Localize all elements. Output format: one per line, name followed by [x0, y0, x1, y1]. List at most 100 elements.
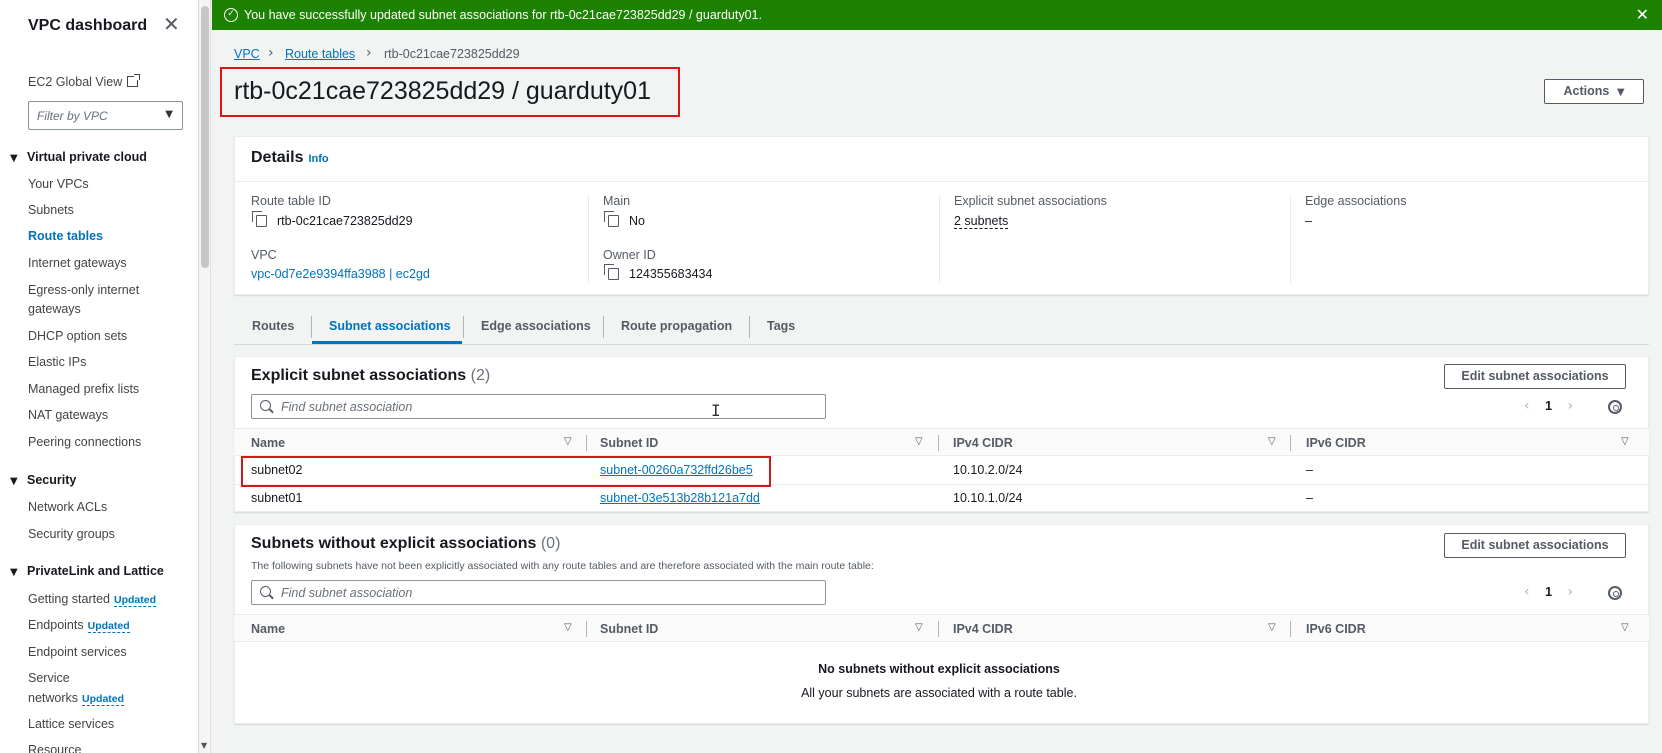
dismiss-icon[interactable]: ✕ [1636, 5, 1649, 24]
chevron-left-icon[interactable]: ‹ [1524, 398, 1530, 414]
row2-ipv6: – [1306, 491, 1313, 505]
col-divider [586, 435, 587, 451]
explicit-associations-label: Explicit subnet associations [954, 194, 1107, 208]
sidebar-item-nat-gateways[interactable]: NAT gateways [28, 408, 108, 422]
sidebar-item-egress-only-line2[interactable]: gateways [28, 302, 81, 316]
active-tab-indicator [312, 341, 462, 344]
sidebar-item-network-acls[interactable]: Network ACLs [28, 500, 107, 514]
sidebar: VPC dashboard ✕ EC2 Global View Filter b… [0, 0, 199, 753]
flash-message: You have successfully updated subnet ass… [244, 8, 762, 22]
tab-route-propagation[interactable]: Route propagation [621, 319, 732, 333]
col-subnet-id[interactable]: Subnet ID [600, 622, 658, 636]
sidebar-item-ec2-global-view[interactable]: EC2 Global View [28, 74, 141, 89]
empty-state-subtitle: All your subnets are associated with a r… [801, 686, 1077, 700]
scrollbar-thumb[interactable] [201, 6, 209, 268]
sort-icon[interactable]: ▽ [1268, 622, 1276, 633]
owner-id-value: 124355683434 [604, 264, 712, 281]
col-name[interactable]: Name [251, 436, 285, 450]
page-number[interactable]: 1 [1545, 585, 1552, 599]
vpc-label: VPC [251, 248, 277, 262]
sidebar-item-subnets[interactable]: Subnets [28, 203, 74, 217]
sort-icon[interactable]: ▽ [1621, 622, 1629, 633]
edit-subnet-associations-button[interactable]: Edit subnet associations [1444, 364, 1626, 389]
breadcrumb-vpc[interactable]: VPC [234, 47, 260, 61]
copy-icon[interactable] [604, 211, 619, 227]
col-subnet-id[interactable]: Subnet ID [600, 436, 658, 450]
route-table-id-label: Route table ID [251, 194, 331, 208]
sort-icon[interactable]: ▽ [915, 436, 923, 447]
sidebar-item-resource[interactable]: Resource [28, 743, 82, 753]
chevron-right-icon[interactable]: › [1568, 584, 1574, 600]
sidebar-item-lattice-services[interactable]: Lattice services [28, 717, 114, 731]
sidebar-item-egress-only-line1[interactable]: Egress-only internet [28, 283, 139, 297]
info-link[interactable]: Info [308, 153, 328, 165]
breadcrumb-route-tables[interactable]: Route tables [285, 47, 355, 61]
divider [939, 194, 940, 284]
col-ipv6-cidr[interactable]: IPv6 CIDR [1306, 436, 1366, 450]
sidebar-item-your-vpcs[interactable]: Your VPCs [28, 177, 89, 191]
table-header: Name ▽ Subnet ID ▽ IPv4 CIDR ▽ IPv6 CIDR… [234, 428, 1649, 456]
main-label: Main [603, 194, 631, 208]
sidebar-item-managed-prefix-lists[interactable]: Managed prefix lists [28, 382, 139, 396]
row-highlight [241, 456, 771, 487]
vpc-link[interactable]: vpc-0d7e2e9394ffa3988 | ec2gd [251, 267, 430, 281]
owner-id-label: Owner ID [603, 248, 656, 262]
row2-name: subnet01 [251, 491, 303, 505]
sort-icon[interactable]: ▽ [564, 436, 572, 447]
updated-badge: Updated [82, 693, 125, 706]
row1-ipv4: 10.10.2.0/24 [953, 463, 1023, 477]
copy-icon[interactable] [604, 264, 619, 280]
tab-routes[interactable]: Routes [252, 319, 294, 333]
page-number[interactable]: 1 [1545, 399, 1552, 413]
col-divider [938, 621, 939, 637]
sidebar-section-security[interactable]: ▼ Security [10, 473, 76, 487]
chevron-right-icon[interactable]: › [1568, 398, 1574, 414]
sidebar-item-route-tables[interactable]: Route tables [28, 229, 103, 243]
edge-associations-value: – [1305, 214, 1312, 228]
tab-subnet-associations[interactable]: Subnet associations [329, 319, 451, 333]
chevron-right-icon: › [366, 45, 372, 61]
pagination: ‹ 1 › [1524, 398, 1573, 414]
sidebar-item-peering-connections[interactable]: Peering connections [28, 435, 141, 449]
breadcrumb-current: rtb-0c21cae723825dd29 [384, 47, 520, 61]
sidebar-item-endpoint-services[interactable]: Endpoint services [28, 645, 127, 659]
scroll-down-icon[interactable]: ▼ [201, 741, 207, 750]
sidebar-item-service-networks-line1[interactable]: Service [28, 671, 70, 685]
sidebar-section-privatelink[interactable]: ▼ PrivateLink and Lattice [10, 564, 164, 578]
sidebar-item-security-groups[interactable]: Security groups [28, 527, 115, 541]
non-explicit-description: The following subnets have not been expl… [251, 560, 874, 572]
copy-icon[interactable] [252, 211, 267, 227]
tab-tags[interactable]: Tags [767, 319, 795, 333]
sort-icon[interactable]: ▽ [1621, 436, 1629, 447]
sort-icon[interactable]: ▽ [564, 622, 572, 633]
col-divider [586, 621, 587, 637]
edit-subnet-associations-button[interactable]: Edit subnet associations [1444, 533, 1626, 558]
explicit-associations-value[interactable]: 2 subnets [954, 214, 1009, 229]
sidebar-item-elastic-ips[interactable]: Elastic IPs [28, 355, 86, 369]
sidebar-item-internet-gateways[interactable]: Internet gateways [28, 256, 127, 270]
sidebar-item-endpoints[interactable]: Endpoints Updated [28, 618, 130, 633]
settings-gear-icon[interactable] [1608, 586, 1622, 600]
sidebar-item-dhcp-option-sets[interactable]: DHCP option sets [28, 329, 127, 343]
sidebar-scrollbar[interactable]: ▼ [199, 0, 211, 753]
actions-button[interactable]: Actions ▼ [1544, 79, 1644, 104]
sort-icon[interactable]: ▽ [1268, 436, 1276, 447]
sort-icon[interactable]: ▽ [915, 622, 923, 633]
tab-edge-associations[interactable]: Edge associations [481, 319, 591, 333]
sidebar-item-service-networks-line2[interactable]: networks Updated [28, 691, 125, 706]
sidebar-item-getting-started[interactable]: Getting started Updated [28, 592, 156, 607]
vpc-filter-select[interactable]: Filter by VPC ▼ [28, 101, 183, 130]
row2-ipv4: 10.10.1.0/24 [953, 491, 1023, 505]
chevron-left-icon[interactable]: ‹ [1524, 584, 1530, 600]
sidebar-section-vpc[interactable]: ▼ Virtual private cloud [10, 150, 147, 164]
search-input[interactable]: Find subnet association [251, 394, 826, 419]
row2-subnet-id[interactable]: subnet-03e513b28b121a7dd [600, 491, 760, 505]
col-name[interactable]: Name [251, 622, 285, 636]
search-input[interactable]: Find subnet association [251, 580, 826, 605]
col-ipv4-cidr[interactable]: IPv4 CIDR [953, 436, 1013, 450]
settings-gear-icon[interactable] [1608, 400, 1622, 414]
search-placeholder: Find subnet association [281, 400, 413, 414]
col-ipv6-cidr[interactable]: IPv6 CIDR [1306, 622, 1366, 636]
close-icon[interactable]: ✕ [163, 14, 180, 34]
col-ipv4-cidr[interactable]: IPv4 CIDR [953, 622, 1013, 636]
